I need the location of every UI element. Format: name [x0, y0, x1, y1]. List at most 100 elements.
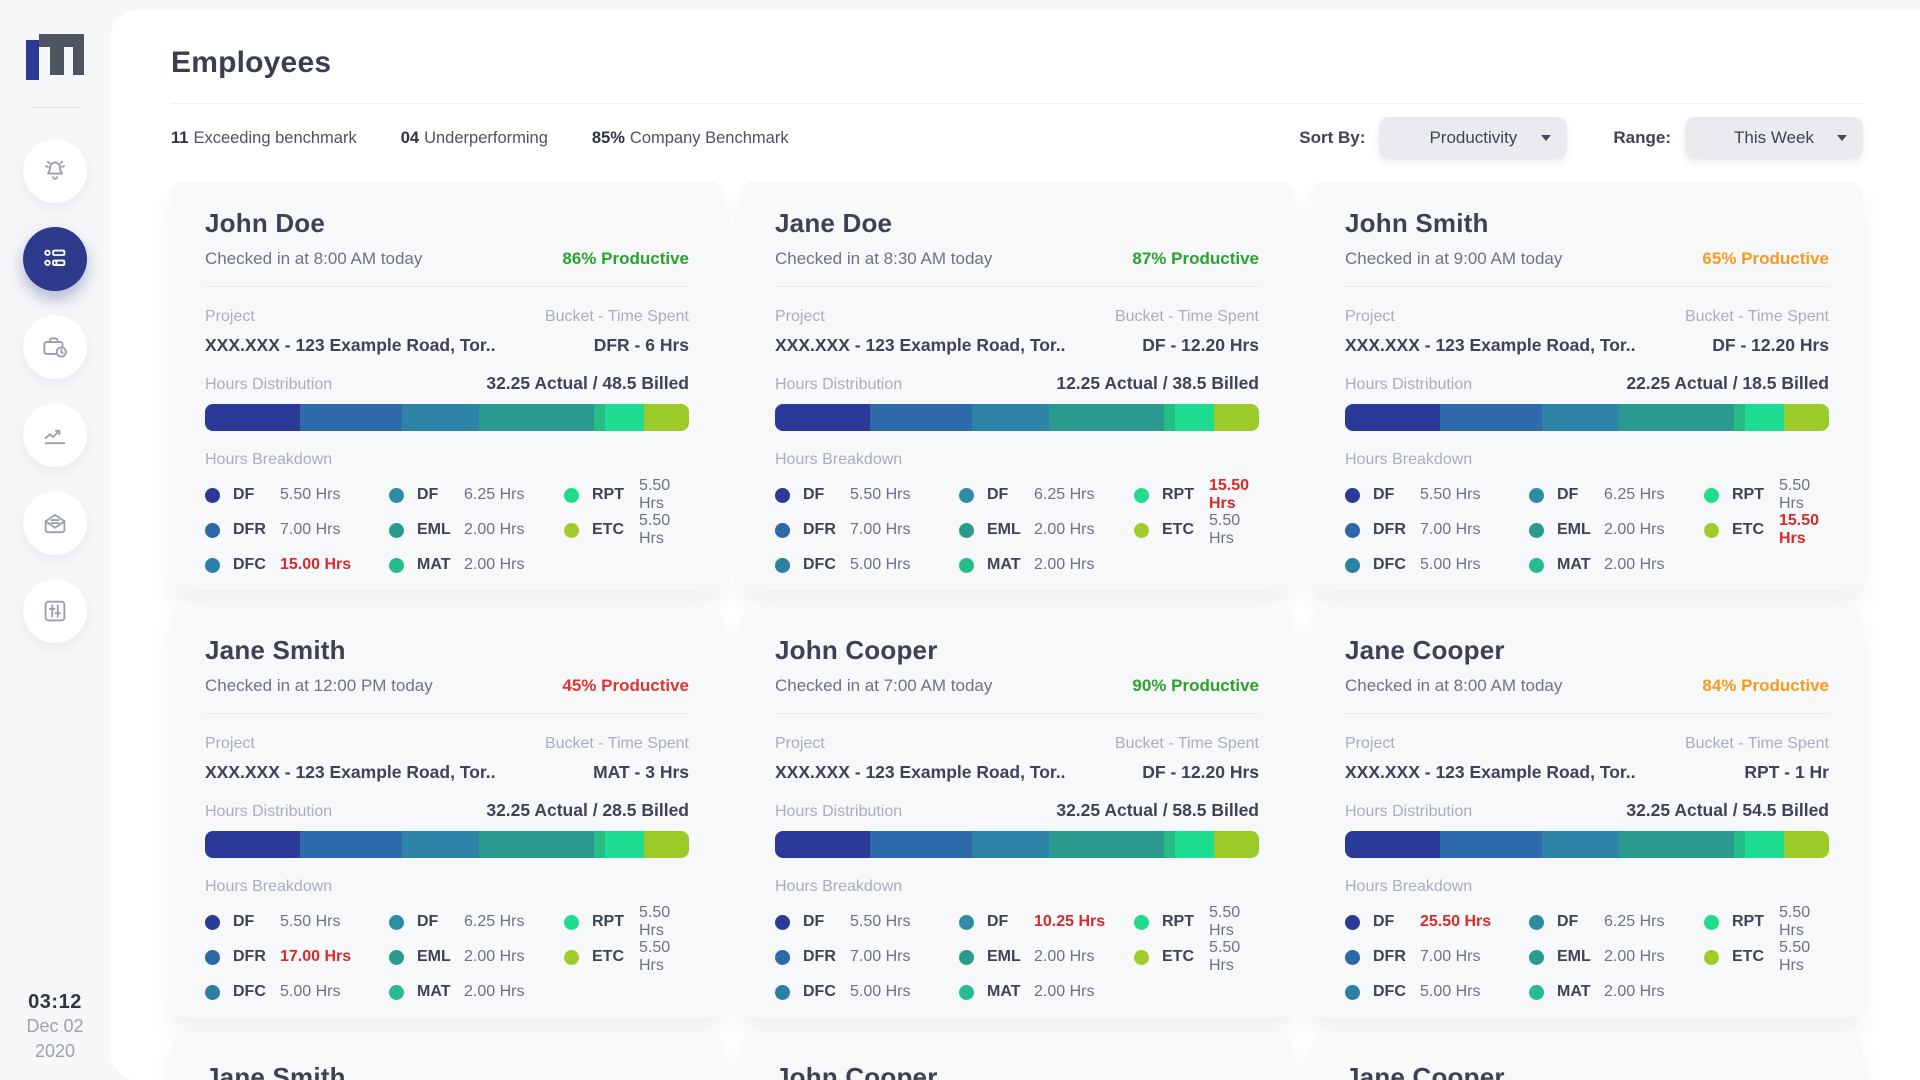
bucket-color-dot: [1345, 950, 1360, 965]
breakdown-item: DFR7.00 Hrs: [205, 517, 389, 543]
bucket-code: DF: [987, 486, 1034, 504]
breakdown-item: ETC5.50 Hrs: [564, 517, 689, 543]
distribution-segment: [1784, 831, 1829, 858]
breakdown-item: DF5.50 Hrs: [775, 909, 959, 935]
card-divider: [775, 713, 1259, 714]
bucket-code: MAT: [1557, 983, 1604, 1001]
breakdown-item: MAT2.00 Hrs: [959, 979, 1134, 1005]
nav-analytics[interactable]: [23, 403, 87, 467]
bucket-code: DFR: [233, 521, 280, 539]
sliders-icon: [40, 596, 70, 626]
stat-exceeding-label: Exceeding benchmark: [193, 129, 356, 147]
bucket-color-dot: [775, 488, 790, 503]
distribution-segment: [1440, 831, 1543, 858]
productivity-badge: 45% Productive: [562, 676, 689, 696]
bucket-color-dot: [205, 950, 220, 965]
main-panel: Employees 11Exceeding benchmark 04Underp…: [110, 10, 1920, 1080]
sort-by-dropdown[interactable]: Productivity: [1379, 117, 1567, 159]
employee-name: John Smith: [1345, 208, 1829, 239]
bucket-value: MAT - 3 Hrs: [593, 762, 689, 783]
breakdown-item: RPT5.50 Hrs: [1704, 909, 1829, 935]
range-label: Range:: [1613, 128, 1671, 148]
bucket-hours: 5.50 Hrs: [1209, 512, 1259, 548]
breakdown-item: DFR7.00 Hrs: [775, 944, 959, 970]
nav-notifications[interactable]: [23, 139, 87, 203]
stat-benchmark-label: Company Benchmark: [630, 129, 789, 147]
checked-in-time: Checked in at 12:00 PM today: [205, 676, 433, 696]
employee-card[interactable]: Jane Cooper Checked in at 8:00 AM today …: [1311, 609, 1863, 1018]
employee-card[interactable]: Jane Smith Checked in at 12:00 PM today …: [171, 609, 723, 1018]
chevron-down-icon: [1837, 135, 1847, 141]
productivity-badge: 84% Productive: [1702, 676, 1829, 696]
breakdown-item: RPT5.50 Hrs: [564, 482, 689, 508]
stat-exceeding-value: 11: [171, 129, 188, 147]
bucket-color-dot: [959, 523, 974, 538]
employee-name: Jane Cooper: [1345, 635, 1829, 666]
bucket-code: DF: [1557, 913, 1604, 931]
bucket-color-dot: [775, 915, 790, 930]
employee-card[interactable]: John Doe Checked in at 8:00 AM today 86%…: [171, 182, 723, 591]
bucket-code: DFR: [1373, 948, 1420, 966]
breakdown-item: EML2.00 Hrs: [959, 517, 1134, 543]
distribution-segment: [1542, 831, 1619, 858]
header-controls: Sort By: Productivity Range: This Week: [1299, 117, 1863, 159]
breakdown-item: DF6.25 Hrs: [1529, 909, 1704, 935]
bucket-hours: 5.50 Hrs: [850, 486, 910, 504]
breakdown-item: ETC5.50 Hrs: [1704, 944, 1829, 970]
bucket-hours: 5.50 Hrs: [1779, 939, 1829, 975]
bucket-code: EML: [987, 948, 1034, 966]
bucket-color-dot: [205, 488, 220, 503]
bucket-code: RPT: [592, 913, 639, 931]
bucket-color-dot: [775, 985, 790, 1000]
bucket-color-dot: [205, 985, 220, 1000]
logo-icon: [26, 34, 86, 80]
distribution-segment: [775, 831, 870, 858]
nav-work-time[interactable]: [23, 315, 87, 379]
nav-settings[interactable]: [23, 579, 87, 643]
breakdown-item: EML2.00 Hrs: [389, 517, 564, 543]
sort-by-label: Sort By:: [1299, 128, 1365, 148]
employee-card[interactable]: John Smith Checked in at 9:00 AM today 6…: [1311, 182, 1863, 591]
bucket-hours: 2.00 Hrs: [1034, 556, 1094, 574]
stat-benchmark-value: 85%: [592, 129, 625, 147]
bucket-label: Bucket - Time Spent: [545, 735, 689, 753]
range-dropdown[interactable]: This Week: [1685, 117, 1863, 159]
breakdown-item: DFC15.00 Hrs: [205, 552, 389, 578]
distribution-segment: [402, 831, 479, 858]
bucket-code: RPT: [1732, 486, 1779, 504]
bucket-color-dot: [564, 915, 579, 930]
mail-icon: [40, 508, 70, 538]
checked-in-time: Checked in at 9:00 AM today: [1345, 249, 1562, 269]
bucket-code: DF: [803, 913, 850, 931]
employee-card[interactable]: Jane Cooper: [1311, 1036, 1863, 1080]
distribution-segment: [1175, 404, 1215, 431]
employee-card[interactable]: John Cooper Checked in at 7:00 AM today …: [741, 609, 1293, 1018]
bucket-hours: 5.50 Hrs: [1209, 939, 1259, 975]
nav-employees[interactable]: [23, 227, 87, 291]
nav-messages[interactable]: [23, 491, 87, 555]
employee-name: Jane Smith: [205, 1062, 689, 1080]
bucket-color-dot: [775, 558, 790, 573]
distribution-segment: [605, 404, 645, 431]
distribution-segment: [972, 831, 1049, 858]
bucket-hours: 2.00 Hrs: [1604, 521, 1664, 539]
app-logo[interactable]: [26, 34, 86, 80]
employee-card[interactable]: John Cooper: [741, 1036, 1293, 1080]
actual-billed-value: 32.25 Actual / 28.5 Billed: [486, 800, 689, 821]
breakdown-item: MAT2.00 Hrs: [1529, 979, 1704, 1005]
distribution-segment: [972, 404, 1049, 431]
employee-card[interactable]: Jane Doe Checked in at 8:30 AM today 87%…: [741, 182, 1293, 591]
card-divider: [775, 286, 1259, 287]
hours-distribution-label: Hours Distribution: [775, 803, 902, 821]
bucket-color-dot: [1134, 523, 1149, 538]
breakdown-item: DFR7.00 Hrs: [1345, 944, 1529, 970]
distribution-segment: [644, 831, 689, 858]
clock-year: 2020: [0, 1039, 110, 1064]
bucket-color-dot: [564, 523, 579, 538]
employee-card[interactable]: Jane Smith: [171, 1036, 723, 1080]
bucket-hours: 5.50 Hrs: [639, 512, 689, 548]
bucket-hours: 7.00 Hrs: [1420, 521, 1480, 539]
employee-name: John Cooper: [775, 1062, 1259, 1080]
breakdown-item: DFC5.00 Hrs: [1345, 979, 1529, 1005]
bucket-code: ETC: [592, 948, 639, 966]
